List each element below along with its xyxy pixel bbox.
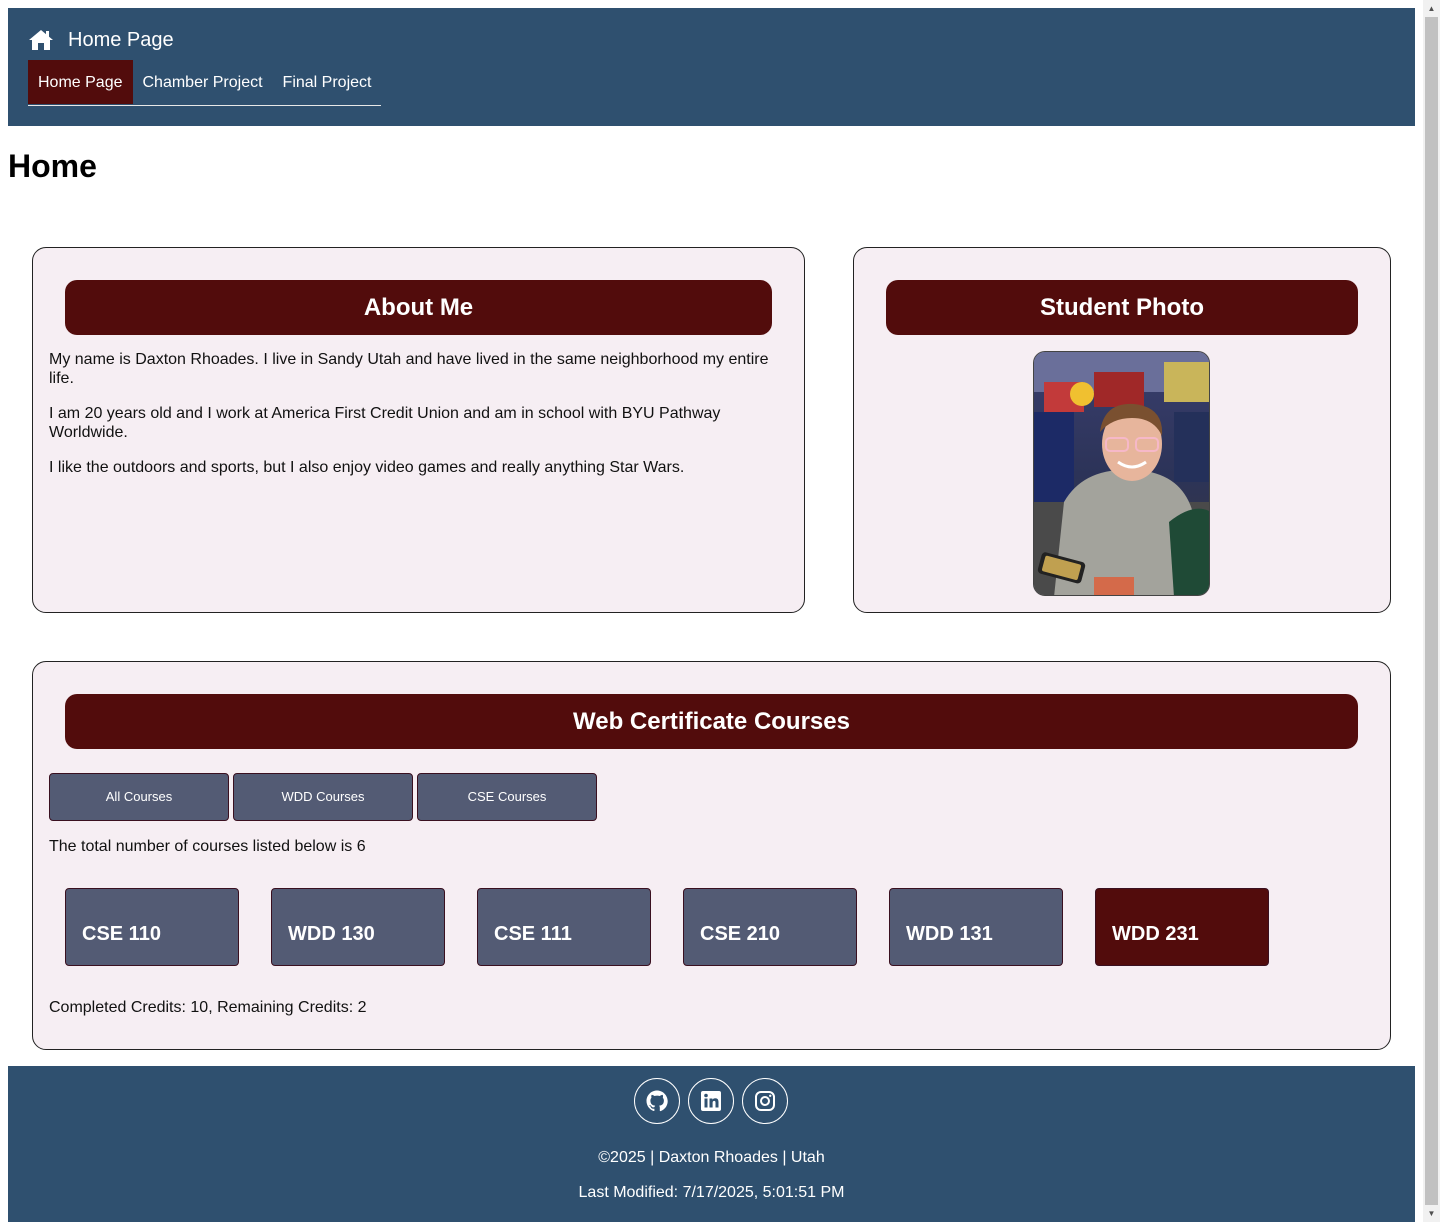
about-heading: About Me	[65, 280, 772, 335]
course-count: The total number of courses listed below…	[49, 838, 366, 855]
nav-link-chamber-project[interactable]: Chamber Project	[133, 60, 273, 104]
course-grid: CSE 110 WDD 130 CSE 111 CSE 210 WDD 131 …	[65, 888, 1301, 966]
courses-heading: Web Certificate Courses	[65, 694, 1358, 749]
instagram-icon[interactable]	[742, 1078, 788, 1124]
photo-heading: Student Photo	[886, 280, 1358, 335]
about-card: About Me My name is Daxton Rhoades. I li…	[32, 247, 805, 613]
course-filters: All Courses WDD Courses CSE Courses	[49, 773, 601, 821]
credits-summary: Completed Credits: 10, Remaining Credits…	[49, 999, 367, 1016]
github-icon[interactable]	[634, 1078, 680, 1124]
filter-all-courses-button[interactable]: All Courses	[49, 773, 229, 821]
course-card[interactable]: WDD 130	[271, 888, 445, 966]
home-icon	[28, 28, 54, 52]
nav-link-final-project[interactable]: Final Project	[273, 60, 382, 104]
course-card[interactable]: CSE 210	[683, 888, 857, 966]
page-title: Home	[8, 148, 97, 184]
course-code: WDD 131	[906, 923, 993, 945]
course-code: CSE 210	[700, 923, 781, 945]
course-code: WDD 231	[1112, 923, 1199, 945]
footer-copyright: ©2025 | Daxton Rhoades | Utah	[598, 1149, 825, 1166]
nav-link-home[interactable]: Home Page	[28, 60, 133, 104]
about-text: My name is Daxton Rhoades. I live in San…	[49, 350, 794, 493]
course-code: CSE 110	[82, 923, 161, 945]
brand: Home Page	[28, 28, 174, 52]
course-card[interactable]: CSE 111	[477, 888, 651, 966]
filter-cse-courses-button[interactable]: CSE Courses	[417, 773, 597, 821]
site-title: Home Page	[68, 28, 174, 51]
scroll-down-icon[interactable]: ▼	[1423, 1205, 1440, 1222]
about-paragraph: I am 20 years old and I work at America …	[49, 405, 721, 441]
courses-card: Web Certificate Courses All Courses WDD …	[32, 661, 1391, 1050]
course-code: CSE 111	[494, 923, 572, 945]
page: Home Page Home Page Chamber Project Fina…	[8, 8, 1415, 126]
about-paragraph: I like the outdoors and sports, but I al…	[49, 459, 685, 476]
footer-last-modified: Last Modified: 7/17/2025, 5:01:51 PM	[578, 1184, 845, 1201]
site-header: Home Page Home Page Chamber Project Fina…	[8, 8, 1415, 126]
course-card-completed[interactable]: WDD 231	[1095, 888, 1269, 966]
course-code: WDD 130	[288, 923, 375, 945]
course-card[interactable]: WDD 131	[889, 888, 1063, 966]
site-footer: ©2025 | Daxton Rhoades | Utah Last Modif…	[8, 1066, 1415, 1222]
about-paragraph: My name is Daxton Rhoades. I live in San…	[49, 351, 769, 387]
linkedin-icon[interactable]	[688, 1078, 734, 1124]
photo-card: Student Photo	[853, 247, 1391, 613]
student-photo	[1033, 351, 1210, 596]
course-card[interactable]: CSE 110	[65, 888, 239, 966]
filter-wdd-courses-button[interactable]: WDD Courses	[233, 773, 413, 821]
scroll-up-icon[interactable]: ▲	[1423, 0, 1440, 17]
social-links	[634, 1078, 796, 1124]
scroll-thumb[interactable]	[1425, 17, 1438, 1205]
main-nav: Home Page Chamber Project Final Project	[28, 60, 382, 106]
vertical-scrollbar[interactable]: ▲ ▼	[1423, 0, 1440, 1222]
